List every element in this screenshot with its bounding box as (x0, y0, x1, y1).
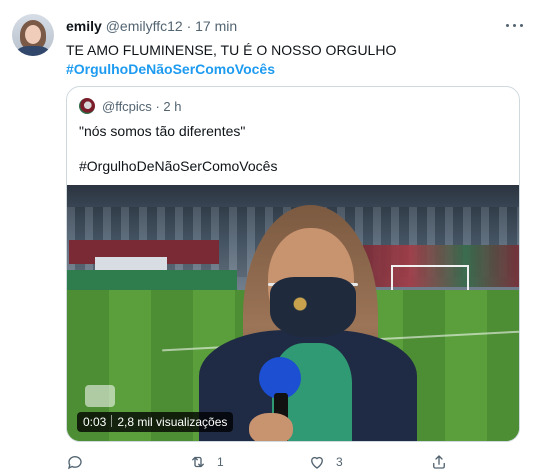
quoted-header: @ffcpics · 2 h (102, 99, 181, 114)
author-name[interactable]: emily (66, 18, 102, 34)
separator-dot: · (186, 18, 192, 34)
retweet-button[interactable]: 1 (189, 452, 224, 472)
quoted-text: "nós somos tão diferentes" (79, 123, 246, 139)
video-info-badge: 0:03 2,8 mil visualizações (77, 412, 234, 432)
share-icon (433, 455, 445, 469)
retweet-icon (192, 456, 204, 468)
reply-button[interactable] (66, 452, 94, 472)
tweet[interactable]: emily @emilyffc12 · 17 min TE AMO FLUMIN… (0, 0, 541, 475)
more-options-icon[interactable] (503, 14, 525, 36)
quoted-avatar[interactable] (79, 98, 95, 114)
share-button[interactable] (430, 452, 458, 472)
quoted-tweet[interactable]: @ffcpics · 2 h "nós somos tão diferentes… (66, 86, 520, 442)
quoted-time[interactable]: 2 h (163, 99, 181, 114)
face-mask (270, 277, 356, 337)
quoted-hashtag: #OrgulhoDeNãoSerComoVocês (79, 158, 278, 174)
tweet-time[interactable]: 17 min (195, 18, 237, 34)
reporter-hand (249, 413, 293, 441)
like-count: 3 (336, 455, 343, 469)
video-views: 2,8 mil visualizações (117, 415, 228, 429)
retweet-count: 1 (217, 455, 224, 469)
tweet-text: TE AMO FLUMINENSE, TU É O NOSSO ORGULHO (66, 42, 397, 58)
video-duration: 0:03 (83, 415, 107, 429)
like-button[interactable]: 3 (308, 452, 343, 472)
hashtag-link[interactable]: #OrgulhoDeNãoSerComoVocês (66, 60, 275, 78)
tweet-header: emily @emilyffc12 · 17 min (66, 17, 237, 35)
video-player[interactable]: 0:03 2,8 mil visualizações (67, 185, 519, 441)
avatar[interactable] (12, 14, 54, 56)
author-handle[interactable]: @emilyffc12 (106, 18, 183, 34)
quoted-separator: · (155, 99, 160, 114)
heart-icon (311, 456, 323, 469)
tweet-actions: 1 3 (66, 451, 520, 473)
goal-frame (391, 265, 469, 290)
reply-icon (67, 456, 82, 470)
broadcaster-logo (85, 385, 115, 407)
quoted-handle[interactable]: @ffcpics (102, 99, 152, 114)
